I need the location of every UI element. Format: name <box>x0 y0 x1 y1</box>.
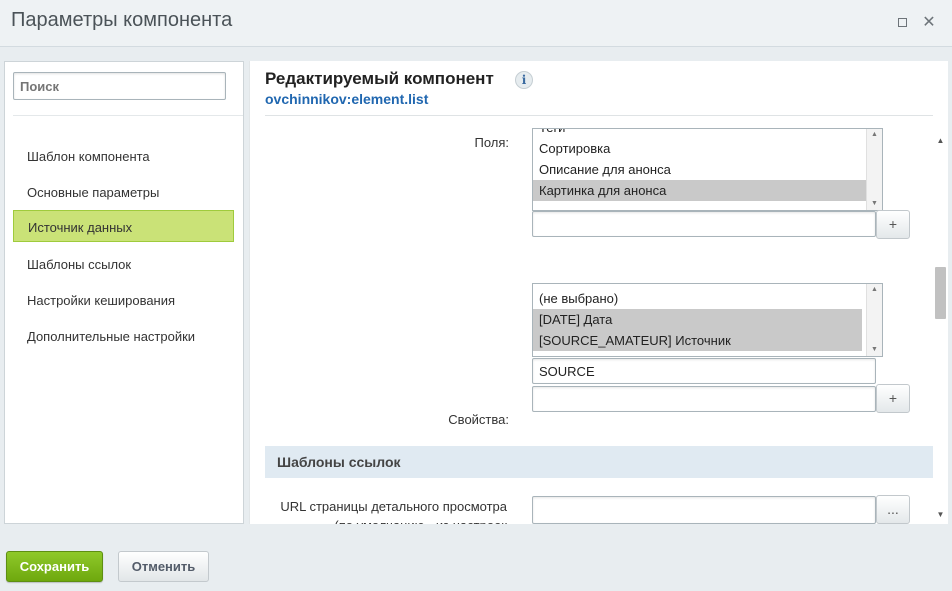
list-item[interactable]: Картинка для анонса <box>533 180 868 201</box>
main-scrollbar[interactable]: ▲ ▼ <box>933 133 948 523</box>
info-icon[interactable]: i <box>515 71 533 89</box>
scroll-down-icon[interactable]: ▼ <box>867 344 882 356</box>
properties-add-input[interactable] <box>532 386 876 412</box>
listbox-scrollbar[interactable]: ▲ ▼ <box>866 284 882 356</box>
scroll-up-icon[interactable]: ▲ <box>867 129 882 141</box>
properties-listbox[interactable]: (не выбрано) [DATE] Дата [SOURCE_AMATEUR… <box>532 283 883 357</box>
main-panel: Редактируемый компонент i ovchinnikov:el… <box>249 61 948 524</box>
cancel-button[interactable]: Отменить <box>118 551 209 582</box>
fields-add-input[interactable] <box>532 211 876 237</box>
scroll-down-icon[interactable]: ▼ <box>933 509 948 521</box>
list-item[interactable]: (не выбрано) <box>533 288 862 309</box>
scroll-up-icon[interactable]: ▲ <box>867 284 882 296</box>
detail-url-label-line2: (по умолчанию - из настроек <box>267 516 507 524</box>
sidebar: Шаблон компонента Основные параметры Ист… <box>4 61 244 524</box>
sidebar-item-link-templates[interactable]: Шаблоны ссылок <box>13 248 234 280</box>
component-title: Редактируемый компонент <box>265 69 494 88</box>
sidebar-divider <box>13 115 243 116</box>
detail-url-label-line1: URL страницы детального просмотра <box>280 499 507 514</box>
scroll-up-icon[interactable]: ▲ <box>933 135 948 147</box>
sidebar-item-cache-settings[interactable]: Настройки кеширования <box>13 284 234 316</box>
properties-input[interactable] <box>532 358 876 384</box>
list-item[interactable]: Сортировка <box>533 138 868 159</box>
scroll-down-icon[interactable]: ▼ <box>867 198 882 210</box>
component-id: ovchinnikov:element.list <box>265 91 429 107</box>
close-icon[interactable]: ✕ <box>922 15 936 31</box>
dialog-titlebar: Параметры компонента ✕ <box>0 0 952 47</box>
fields-listbox[interactable]: Теги Сортировка Описание для анонса Карт… <box>532 128 883 211</box>
list-item[interactable]: [DATE] Дата <box>533 309 862 330</box>
sidebar-item-component-template[interactable]: Шаблон компонента <box>13 140 234 172</box>
listbox-scrollbar[interactable]: ▲ ▼ <box>866 129 882 210</box>
scroll-thumb[interactable] <box>935 267 946 319</box>
detail-url-input[interactable] <box>532 496 876 524</box>
list-item[interactable]: [SOURCE_AMATEUR] Источник <box>533 330 862 351</box>
sidebar-item-main-params[interactable]: Основные параметры <box>13 176 234 208</box>
properties-label: Свойства: <box>448 412 509 427</box>
list-item[interactable]: Описание для анонса <box>533 159 868 180</box>
search-input[interactable] <box>13 72 226 100</box>
detail-url-browse-button[interactable]: ... <box>876 495 910 524</box>
fields-add-button[interactable]: + <box>876 210 910 239</box>
properties-add-button[interactable]: + <box>876 384 910 413</box>
sidebar-item-data-source[interactable]: Источник данных <box>13 210 234 242</box>
sidebar-item-extra-settings[interactable]: Дополнительные настройки <box>13 320 234 352</box>
detail-url-label: URL страницы детального просмотра (по ум… <box>267 497 507 524</box>
fields-label: Поля: <box>474 135 509 150</box>
maximize-icon[interactable] <box>895 16 909 30</box>
params-scroll-area: Поля: Теги Сортировка Описание для анонс… <box>265 116 933 524</box>
save-button[interactable]: Сохранить <box>6 551 103 582</box>
list-item[interactable]: Теги <box>533 129 868 138</box>
dialog-title: Параметры компонента <box>11 9 233 31</box>
section-link-templates: Шаблоны ссылок <box>265 446 933 478</box>
